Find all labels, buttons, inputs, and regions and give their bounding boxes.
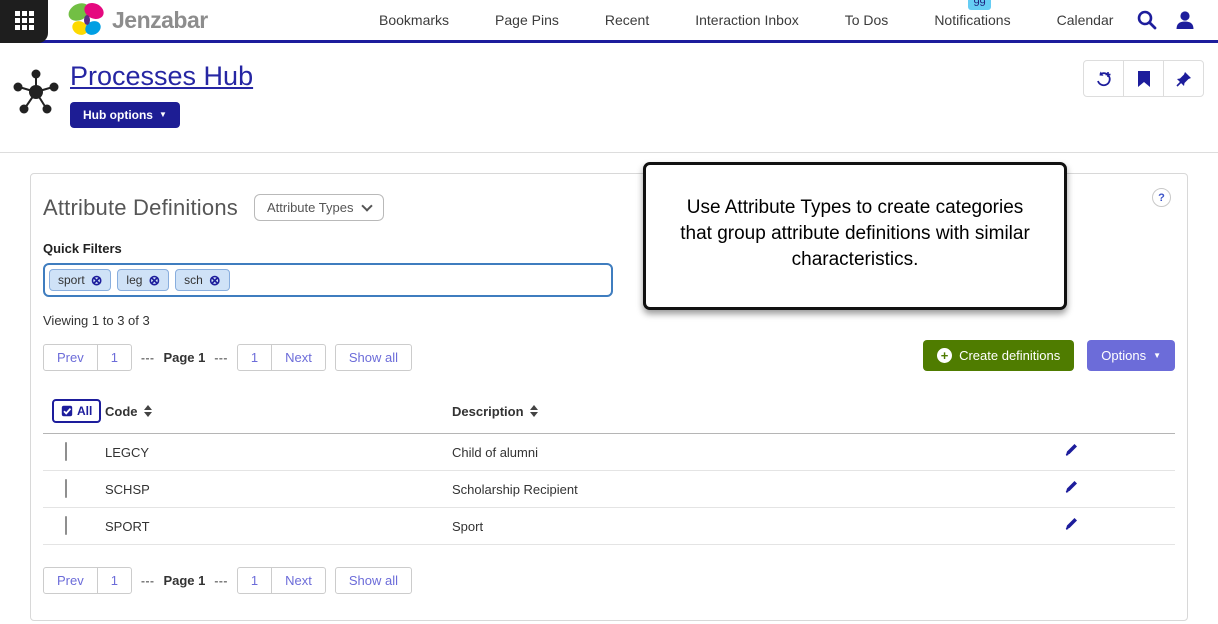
nav-page-pins[interactable]: Page Pins <box>472 12 582 28</box>
bookmark-button[interactable] <box>1123 60 1164 97</box>
pagination-dots: --- <box>141 351 155 365</box>
top-pagination: Prev 1 --- Page 1 --- 1 Next Show all <box>43 344 412 371</box>
bottom-pagination: Prev 1 --- Page 1 --- 1 Next Show all <box>43 567 1175 594</box>
bookmark-icon <box>1136 70 1152 88</box>
attribute-definitions-table: All Code Description LEGCY Child of alum… <box>43 395 1175 545</box>
nav-right-icons <box>1136 9 1218 31</box>
show-all-button[interactable]: Show all <box>335 567 412 594</box>
panel-title: Attribute Definitions <box>43 195 238 221</box>
nav-to-dos[interactable]: To Dos <box>822 12 912 28</box>
checkbox-check-icon <box>61 405 73 417</box>
sort-icon <box>144 405 152 417</box>
next-page-button[interactable]: Next <box>271 344 326 371</box>
row-code: SCHSP <box>105 482 452 497</box>
table-row: LEGCY Child of alumni <box>43 434 1175 471</box>
show-all-button[interactable]: Show all <box>335 344 412 371</box>
edit-pencil-icon[interactable] <box>1064 442 1079 457</box>
row-description: Sport <box>452 519 1055 534</box>
pin-button[interactable] <box>1163 60 1204 97</box>
app-grid-button[interactable] <box>0 0 48 43</box>
pin-icon <box>1175 70 1193 88</box>
row-checkbox[interactable] <box>65 442 67 461</box>
remove-filter-icon[interactable]: ⊗ <box>148 273 160 287</box>
hub-action-buttons <box>1083 60 1204 97</box>
code-column-header[interactable]: Code <box>105 404 152 419</box>
nav-menu: Bookmarks Page Pins Recent Interaction I… <box>356 12 1136 28</box>
butterfly-logo-icon <box>66 2 108 38</box>
page-1-button[interactable]: 1 <box>97 567 132 594</box>
nav-bookmarks[interactable]: Bookmarks <box>356 12 472 28</box>
remove-filter-icon[interactable]: ⊗ <box>209 273 221 287</box>
caret-down-icon: ▼ <box>1153 352 1161 360</box>
options-button[interactable]: Options ▼ <box>1087 340 1175 371</box>
page-1-button[interactable]: 1 <box>97 344 132 371</box>
hub-options-button[interactable]: Hub options▼ <box>70 102 180 128</box>
caret-down-icon: ▼ <box>159 111 167 119</box>
help-button[interactable]: ? <box>1152 188 1171 207</box>
chevron-down-icon <box>362 200 373 211</box>
select-all-button[interactable]: All <box>52 399 101 423</box>
page-title[interactable]: Processes Hub <box>70 61 253 92</box>
next-page-button[interactable]: Next <box>271 567 326 594</box>
plus-icon: + <box>937 348 952 363</box>
edit-pencil-icon[interactable] <box>1064 516 1079 531</box>
processes-hub-icon <box>10 65 62 117</box>
viewing-status: Viewing 1 to 3 of 3 <box>43 313 1175 328</box>
refresh-add-icon <box>1094 69 1114 89</box>
attribute-type-select[interactable]: Attribute Types <box>254 194 384 221</box>
last-page-button[interactable]: 1 <box>237 344 272 371</box>
last-page-button[interactable]: 1 <box>237 567 272 594</box>
current-page-label: Page 1 <box>163 573 205 588</box>
description-column-header[interactable]: Description <box>452 404 538 419</box>
sort-icon <box>530 405 538 417</box>
row-checkbox[interactable] <box>65 516 67 535</box>
edit-pencil-icon[interactable] <box>1064 479 1079 494</box>
user-icon[interactable] <box>1174 9 1196 31</box>
nav-recent[interactable]: Recent <box>582 12 672 28</box>
row-code: SPORT <box>105 519 452 534</box>
table-header-row: All Code Description <box>43 395 1175 434</box>
notifications-badge: 99 <box>968 0 990 10</box>
prev-page-button[interactable]: Prev <box>43 567 98 594</box>
nav-interaction-inbox[interactable]: Interaction Inbox <box>672 12 822 28</box>
table-row: SCHSP Scholarship Recipient <box>43 471 1175 508</box>
row-code: LEGCY <box>105 445 452 460</box>
top-nav-bar: Jenzabar Bookmarks Page Pins Recent Inte… <box>0 0 1218 43</box>
refresh-add-button[interactable] <box>1083 60 1124 97</box>
nav-notifications[interactable]: 99 Notifications <box>911 12 1033 28</box>
app-grid-icon <box>15 11 34 30</box>
row-description: Scholarship Recipient <box>452 482 1055 497</box>
nav-calendar[interactable]: Calendar <box>1034 12 1137 28</box>
hub-header: Processes Hub Hub options▼ <box>0 43 1218 153</box>
table-row: SPORT Sport <box>43 508 1175 545</box>
jenzabar-logo[interactable]: Jenzabar <box>66 2 236 38</box>
attribute-types-callout: Use Attribute Types to create categories… <box>643 162 1067 310</box>
pagination-dots: --- <box>214 351 228 365</box>
pagination-dots: --- <box>214 574 228 588</box>
search-icon[interactable] <box>1136 9 1158 31</box>
logo-text: Jenzabar <box>112 7 208 34</box>
remove-filter-icon[interactable]: ⊗ <box>91 273 103 287</box>
callout-text: Use Attribute Types to create categories… <box>680 197 1030 270</box>
pagination-dots: --- <box>141 574 155 588</box>
prev-page-button[interactable]: Prev <box>43 344 98 371</box>
current-page-label: Page 1 <box>163 350 205 365</box>
row-checkbox[interactable] <box>65 479 67 498</box>
filter-chip-sport: sport ⊗ <box>49 269 111 291</box>
filter-chip-leg: leg ⊗ <box>117 269 169 291</box>
quick-filter-input[interactable]: sport ⊗ leg ⊗ sch ⊗ <box>43 263 613 297</box>
filter-chip-sch: sch ⊗ <box>175 269 229 291</box>
row-description: Child of alumni <box>452 445 1055 460</box>
create-definitions-button[interactable]: + Create definitions <box>923 340 1074 371</box>
